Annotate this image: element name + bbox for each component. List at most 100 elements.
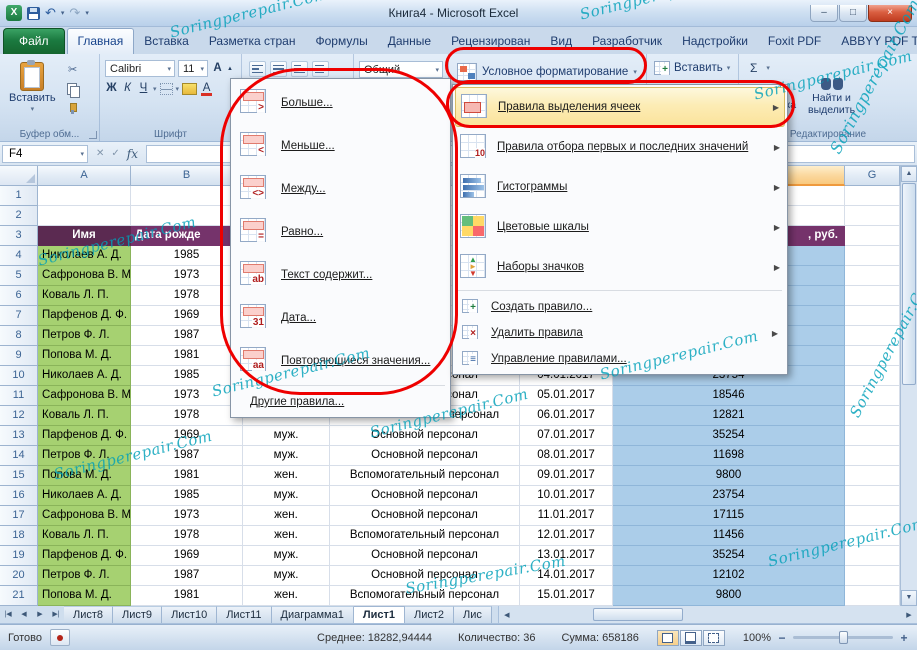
row-header[interactable]: 14: [0, 446, 38, 466]
row-header[interactable]: 9: [0, 346, 38, 366]
sheet-tab[interactable]: Лист8: [64, 606, 114, 623]
cell[interactable]: 1987: [131, 446, 243, 466]
cell[interactable]: жен.: [243, 506, 330, 526]
sheet-tab[interactable]: Лис: [454, 606, 492, 623]
cell[interactable]: [845, 506, 900, 526]
cell[interactable]: [131, 186, 243, 206]
horizontal-scrollbar[interactable]: ◀ ▶: [497, 606, 917, 623]
row-header[interactable]: 16: [0, 486, 38, 506]
sheet-tab[interactable]: Лист2: [404, 606, 454, 623]
cell[interactable]: 17115: [613, 506, 845, 526]
cell[interactable]: [38, 186, 131, 206]
undo-dropdown-icon[interactable]: ▾: [61, 9, 65, 17]
cell[interactable]: 07.01.2017: [520, 426, 613, 446]
maximize-button[interactable]: □: [839, 4, 867, 22]
font-color-button[interactable]: А: [200, 81, 213, 96]
cell[interactable]: 9800: [613, 586, 845, 606]
cell[interactable]: [845, 306, 900, 326]
bold-button[interactable]: Ж: [105, 81, 118, 96]
scroll-down-icon[interactable]: ▼: [901, 590, 917, 606]
ribbon-tab[interactable]: Разработчик: [582, 29, 672, 54]
scrollbar-thumb[interactable]: [902, 183, 916, 385]
cell[interactable]: [845, 406, 900, 426]
cell[interactable]: 12.01.2017: [520, 526, 613, 546]
autosum-button[interactable]: Σ: [750, 61, 757, 75]
cell[interactable]: 1987: [131, 566, 243, 586]
grow-font-button[interactable]: А: [211, 61, 224, 76]
row-header[interactable]: 11: [0, 386, 38, 406]
cell[interactable]: 05.01.2017: [520, 386, 613, 406]
cell[interactable]: 11456: [613, 526, 845, 546]
cell[interactable]: 35254: [613, 546, 845, 566]
zoom-level[interactable]: 100%: [743, 632, 771, 644]
conditional-formatting-button[interactable]: Условное форматирование ▾: [454, 61, 643, 83]
menu-item[interactable]: > Больше...: [233, 81, 448, 124]
cell[interactable]: 1978: [131, 286, 243, 306]
cell[interactable]: Петров Ф. Л.: [38, 326, 131, 346]
normal-view-button[interactable]: [656, 629, 679, 646]
cell[interactable]: [845, 346, 900, 366]
ribbon-tab[interactable]: Главная: [66, 28, 135, 54]
sheet-tab[interactable]: Лист10: [162, 606, 218, 623]
cell[interactable]: 1978: [131, 406, 243, 426]
first-sheet-icon[interactable]: |◀: [0, 606, 16, 623]
menu-item[interactable]: ≡ Управление правилами...: [455, 346, 785, 372]
close-button[interactable]: ×: [868, 4, 912, 22]
cell[interactable]: Вспомогательный персонал: [330, 466, 520, 486]
cell[interactable]: Сафронова В. М.: [38, 266, 131, 286]
ribbon-tab[interactable]: Данные: [378, 29, 441, 54]
zoom-slider[interactable]: [793, 631, 893, 644]
cell[interactable]: 15.01.2017: [520, 586, 613, 606]
cell[interactable]: 1978: [131, 526, 243, 546]
find-select-button[interactable]: Найти и выделить: [808, 78, 855, 123]
cell[interactable]: 08.01.2017: [520, 446, 613, 466]
row-header[interactable]: 13: [0, 426, 38, 446]
row-header[interactable]: 8: [0, 326, 38, 346]
zoom-out-icon[interactable]: −: [777, 631, 787, 645]
cell[interactable]: [845, 226, 900, 246]
number-format-select[interactable]: Общий ▾: [359, 61, 443, 78]
row-header[interactable]: 17: [0, 506, 38, 526]
row-header[interactable]: 12: [0, 406, 38, 426]
cut-button[interactable]: ✂: [64, 63, 82, 78]
cell[interactable]: 12102: [613, 566, 845, 586]
underline-button[interactable]: Ч: [137, 81, 150, 96]
cell[interactable]: 10.01.2017: [520, 486, 613, 506]
menu-item[interactable]: <> Между...: [233, 167, 448, 210]
paste-button[interactable]: Вставить ▾: [9, 59, 56, 116]
cell[interactable]: Основной персонал: [330, 546, 520, 566]
cell[interactable]: [845, 186, 900, 206]
cell[interactable]: 13.01.2017: [520, 546, 613, 566]
ribbon-tab[interactable]: Разметка стран: [199, 29, 306, 54]
cancel-icon[interactable]: ✕: [96, 148, 104, 159]
menu-item[interactable]: Цветовые шкалы ▶: [455, 207, 785, 247]
cell[interactable]: 1985: [131, 246, 243, 266]
cell[interactable]: Дата рожде: [131, 226, 243, 246]
row-header[interactable]: 6: [0, 286, 38, 306]
menu-item[interactable]: < Меньше...: [233, 124, 448, 167]
cell[interactable]: [38, 206, 131, 226]
row-header[interactable]: 4: [0, 246, 38, 266]
cell[interactable]: [845, 486, 900, 506]
cell[interactable]: жен.: [243, 526, 330, 546]
cell[interactable]: [845, 246, 900, 266]
format-painter-button[interactable]: [64, 101, 82, 116]
menu-item[interactable]: Правила выделения ячеек ▶: [455, 87, 785, 127]
cell[interactable]: 23754: [613, 486, 845, 506]
customize-toolbar-icon[interactable]: ▾: [85, 9, 89, 17]
ribbon-tab[interactable]: Вид: [540, 29, 582, 54]
save-icon[interactable]: [27, 6, 40, 20]
orientation-icon[interactable]: [312, 61, 329, 77]
cell[interactable]: 1985: [131, 366, 243, 386]
cell[interactable]: 1969: [131, 426, 243, 446]
cell[interactable]: [845, 466, 900, 486]
row-header[interactable]: 3: [0, 226, 38, 246]
zoom-slider-thumb[interactable]: [839, 631, 848, 644]
cell[interactable]: 1973: [131, 506, 243, 526]
ribbon-tab[interactable]: Вставка: [134, 29, 199, 54]
cell[interactable]: [845, 446, 900, 466]
dialog-launcher-icon[interactable]: [89, 131, 97, 139]
cell[interactable]: Сафронова В. М.: [38, 386, 131, 406]
cell[interactable]: 06.01.2017: [520, 406, 613, 426]
minimize-button[interactable]: –: [810, 4, 838, 22]
